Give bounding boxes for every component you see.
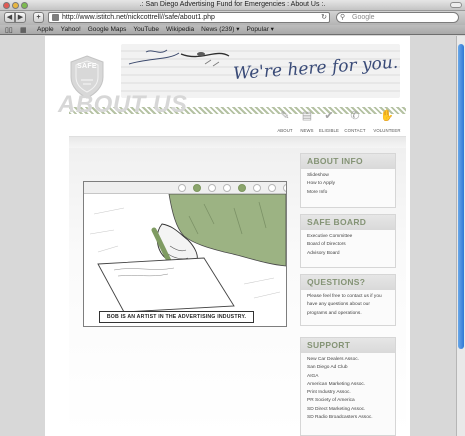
nav-item-about[interactable]: ✎ ABOUT <box>274 110 296 134</box>
about-info-box: ABOUT INFO Slideshow How to Apply More I… <box>300 153 396 208</box>
window-title: .: San Diego Advertising Fund for Emerge… <box>139 1 326 8</box>
search-icon: ⚲ <box>340 14 346 21</box>
sidebar-link-more-info[interactable]: More Info <box>307 189 389 197</box>
slide-caption: BOB IS AN ARTIST IN THE ADVERTISING INDU… <box>99 311 254 323</box>
slide-dot-3[interactable] <box>208 184 216 192</box>
slideshow-pager <box>84 182 286 194</box>
bookmark-item[interactable]: YouTube <box>133 25 159 35</box>
sidebar-link-executive-committee[interactable]: Executive Committee <box>307 233 389 241</box>
news-icon: ▤ <box>301 110 313 122</box>
nav-label: NEWS <box>300 128 314 133</box>
address-bar[interactable]: http://www.istitch.net/nickcottrell//saf… <box>48 12 330 23</box>
bookmark-item[interactable]: Popular ▾ <box>246 25 273 35</box>
nav-label: CONTACT <box>344 128 366 133</box>
slide-dot-8[interactable] <box>283 184 286 192</box>
questions-text: Please feel free to contact us if you ha… <box>307 294 382 316</box>
eligible-icon: ✔ <box>324 110 334 122</box>
support-link[interactable]: SD Direct Marketing Assoc. <box>307 406 389 414</box>
bookmark-item[interactable]: Apple <box>37 25 54 35</box>
slide-dot-6[interactable] <box>253 184 261 192</box>
sidebar-link-board-of-directors[interactable]: Board of Directors <box>307 241 389 249</box>
toolbar-toggle-button[interactable] <box>450 2 462 8</box>
contact-icon: ✆ <box>350 110 360 122</box>
nav-label: ELIGIBLE <box>319 128 339 133</box>
page-viewport: SAFE We're here for you... ✎ ABOUT ▤ NEW… <box>0 36 456 436</box>
questions-box: QUESTIONS? Please feel free to contact u… <box>300 274 396 326</box>
reload-icon[interactable]: ↻ <box>321 13 327 22</box>
nav-item-news[interactable]: ▤ NEWS <box>296 110 318 134</box>
add-bookmark-button[interactable]: + <box>33 12 44 23</box>
support-link[interactable]: New Car Dealers Assoc. <box>307 356 389 364</box>
bookmark-item[interactable]: Google Maps <box>88 25 127 35</box>
slideshow: BOB IS AN ARTIST IN THE ADVERTISING INDU… <box>83 181 287 327</box>
vertical-scrollbar[interactable] <box>456 36 465 436</box>
nav-item-volunteer[interactable]: ✋ VOLUNTEER <box>372 110 402 134</box>
volunteer-icon: ✋ <box>380 110 394 122</box>
box-title: ABOUT INFO <box>301 154 395 169</box>
address-text: http://www.istitch.net/nickcottrell//saf… <box>62 14 215 21</box>
support-link[interactable]: AIGA <box>307 373 389 381</box>
comic-illustration <box>89 194 286 313</box>
nav-item-eligible[interactable]: ✔ ELIGIBLE <box>318 110 340 134</box>
box-title: SUPPORT <box>301 338 395 353</box>
scrollbar-thumb[interactable] <box>458 44 464 349</box>
favicon-icon <box>52 14 59 21</box>
search-placeholder: Google <box>352 14 375 21</box>
bookmark-list: Apple Yahoo! Google Maps YouTube Wikipedia Ne… <box>37 25 274 35</box>
slide-dot-2[interactable] <box>193 184 201 192</box>
page-title: ABOUT US <box>58 91 188 118</box>
sidebar-link-advisory-board[interactable]: Advisory Board <box>307 250 389 258</box>
bookmark-item[interactable]: News (239) ▾ <box>201 25 239 35</box>
top-sites-grid-icon[interactable]: ▦ <box>20 26 27 34</box>
support-link[interactable]: SD Radio Broadcasters Assoc. <box>307 414 389 422</box>
about-icon: ✎ <box>280 110 290 122</box>
header-banner: We're here for you... <box>121 44 400 98</box>
support-link[interactable]: Print Industry Assoc. <box>307 389 389 397</box>
window-titlebar: .: San Diego Advertising Fund for Emerge… <box>0 0 465 11</box>
bookmark-item[interactable]: Wikipedia <box>166 25 194 35</box>
content-panel-header <box>69 136 406 148</box>
search-input[interactable]: ⚲ Google <box>336 12 459 23</box>
slide-dot-4[interactable] <box>223 184 231 192</box>
nav-item-contact[interactable]: ✆ CONTACT <box>344 110 366 134</box>
bookmarks-bar: ▯▯ ▦ Apple Yahoo! Google Maps YouTube Wikipe… <box>0 25 465 35</box>
logo-text: SAFE <box>77 63 97 70</box>
sidebar-link-slideshow[interactable]: Slideshow <box>307 172 389 180</box>
nav-label: ABOUT <box>277 128 293 133</box>
slide-dot-7[interactable] <box>268 184 276 192</box>
support-box: SUPPORT New Car Dealers Assoc. San Diego… <box>300 337 396 436</box>
safe-board-box: SAFE BOARD Executive Committee Board of … <box>300 214 396 268</box>
bookmark-item[interactable]: Yahoo! <box>61 25 81 35</box>
forward-button[interactable]: ▶ <box>15 12 26 23</box>
box-title: SAFE BOARD <box>301 215 395 230</box>
browser-toolbar: ◀ ▶ + http://www.istitch.net/nickcottrel… <box>0 11 465 25</box>
show-bookmarks-icon[interactable]: ▯▯ <box>5 26 13 34</box>
support-link[interactable]: PR Society of America <box>307 397 389 405</box>
page-container: SAFE We're here for you... ✎ ABOUT ▤ NEW… <box>45 36 410 436</box>
nav-label: VOLUNTEER <box>373 128 401 133</box>
back-button[interactable]: ◀ <box>4 12 15 23</box>
box-title: QUESTIONS? <box>301 275 395 290</box>
slide-dot-1[interactable] <box>178 184 186 192</box>
sidebar-link-how-to-apply[interactable]: How to Apply <box>307 180 389 188</box>
support-link[interactable]: San Diego Ad Club <box>307 364 389 372</box>
support-link[interactable]: American Marketing Assoc. <box>307 381 389 389</box>
slide-dot-5[interactable] <box>238 184 246 192</box>
